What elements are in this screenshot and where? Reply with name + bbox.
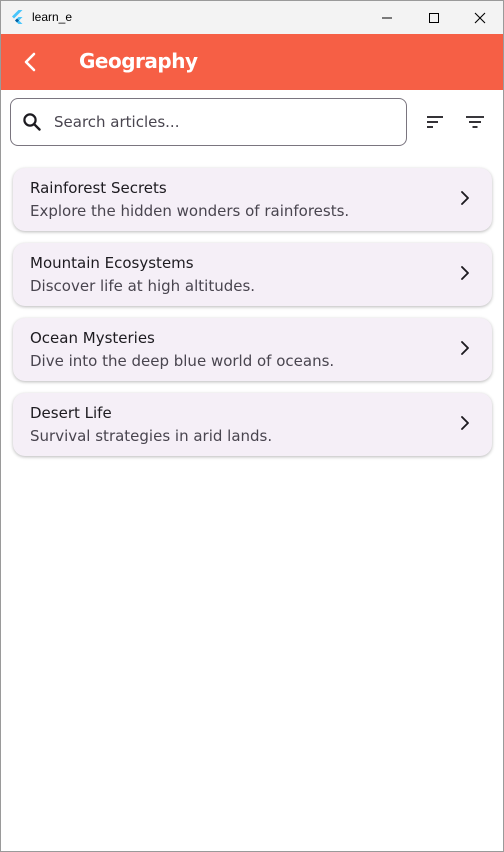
article-card-mountain[interactable]: Mountain Ecosystems Discover life at hig… <box>13 243 492 306</box>
minimize-icon <box>382 17 392 18</box>
article-card-desert[interactable]: Desert Life Survival strategies in arid … <box>13 393 492 456</box>
search-input[interactable] <box>54 111 394 133</box>
app-bar: Geography <box>1 34 503 90</box>
back-button[interactable] <box>13 45 47 79</box>
chevron-right-icon <box>461 416 469 430</box>
search-icon <box>23 113 41 131</box>
filter-icon <box>466 116 484 128</box>
maximize-icon <box>429 12 439 23</box>
article-title: Desert Life <box>30 404 112 422</box>
article-subtitle: Survival strategies in arid lands. <box>30 427 273 445</box>
chevron-right-icon <box>461 191 469 205</box>
chevron-right-icon <box>461 266 469 280</box>
article-title: Rainforest Secrets <box>30 179 167 197</box>
app-window: learn_e Geography Search articles... Rai… <box>0 0 504 852</box>
maximize-button[interactable] <box>411 1 457 34</box>
article-subtitle: Explore the hidden wonders of rainforest… <box>30 202 350 220</box>
article-subtitle: Dive into the deep blue world of oceans. <box>30 352 335 370</box>
sort-icon <box>427 116 443 128</box>
article-card-rainforest[interactable]: Rainforest Secrets Explore the hidden wo… <box>13 168 492 231</box>
flutter-logo-icon <box>12 10 23 24</box>
sort-button[interactable] <box>421 108 449 136</box>
article-subtitle: Discover life at high altitudes. <box>30 277 256 295</box>
article-list: Rainforest Secrets Explore the hidden wo… <box>13 168 492 468</box>
close-icon <box>474 12 486 23</box>
page-title: Geography <box>79 49 198 73</box>
article-title: Mountain Ecosystems <box>30 254 194 272</box>
article-card-ocean[interactable]: Ocean Mysteries Dive into the deep blue … <box>13 318 492 381</box>
window-title: learn_e <box>32 10 73 24</box>
chevron-left-icon <box>24 52 36 72</box>
search-field[interactable] <box>10 98 407 146</box>
chevron-right-icon <box>461 341 469 355</box>
filter-button[interactable] <box>461 108 489 136</box>
close-button[interactable] <box>457 1 503 34</box>
minimize-button[interactable] <box>364 1 410 34</box>
window-titlebar[interactable]: learn_e <box>1 1 503 34</box>
article-title: Ocean Mysteries <box>30 329 155 347</box>
